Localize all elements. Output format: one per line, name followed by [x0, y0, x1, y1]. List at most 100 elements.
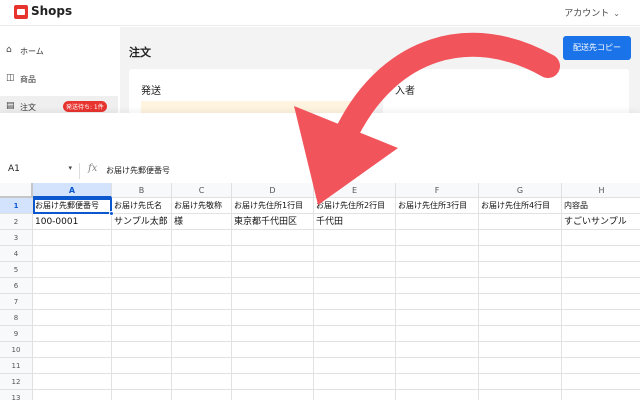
cell-b9[interactable]	[112, 326, 172, 342]
column-header-c[interactable]: C	[172, 183, 232, 198]
cell-a6[interactable]	[33, 278, 112, 294]
row-header-10[interactable]: 10	[0, 342, 33, 358]
cell-h10[interactable]	[562, 342, 640, 358]
cell-d5[interactable]	[232, 262, 314, 278]
cell-b6[interactable]	[112, 278, 172, 294]
cell-h7[interactable]	[562, 294, 640, 310]
dropdown-arrow-icon[interactable]: ▾	[68, 164, 72, 172]
cell-f1[interactable]: お届け先住所3行目	[396, 198, 479, 214]
cell-b2[interactable]: サンプル太郎	[112, 214, 172, 230]
sidebar-item-home[interactable]: ⌂ ホーム	[0, 40, 118, 62]
cell-c5[interactable]	[172, 262, 232, 278]
cell-h1[interactable]: 内容品	[562, 198, 640, 214]
account-menu[interactable]: アカウント ⌄	[564, 6, 620, 19]
cell-f9[interactable]	[396, 326, 479, 342]
cell-b8[interactable]	[112, 310, 172, 326]
row-header-8[interactable]: 8	[0, 310, 33, 326]
column-header-e[interactable]: E	[314, 183, 396, 198]
fill-handle[interactable]	[109, 211, 114, 216]
cell-d13[interactable]	[232, 390, 314, 400]
cell-d12[interactable]	[232, 374, 314, 390]
formula-input[interactable]: お届け先郵便番号	[106, 165, 170, 176]
sidebar-item-products[interactable]: ◫ 商品	[0, 68, 118, 90]
cell-a4[interactable]	[33, 246, 112, 262]
cell-b12[interactable]	[112, 374, 172, 390]
cell-d8[interactable]	[232, 310, 314, 326]
select-all-corner[interactable]	[0, 183, 33, 198]
cell-d10[interactable]	[232, 342, 314, 358]
cell-e11[interactable]	[314, 358, 396, 374]
cell-a13[interactable]	[33, 390, 112, 400]
cell-g10[interactable]	[479, 342, 562, 358]
row-header-6[interactable]: 6	[0, 278, 33, 294]
row-header-9[interactable]: 9	[0, 326, 33, 342]
row-header-1[interactable]: 1	[0, 198, 33, 214]
row-header-3[interactable]: 3	[0, 230, 33, 246]
cell-c10[interactable]	[172, 342, 232, 358]
cell-a5[interactable]	[33, 262, 112, 278]
cell-d1[interactable]: お届け先住所1行目	[232, 198, 314, 214]
cell-b5[interactable]	[112, 262, 172, 278]
row-header-7[interactable]: 7	[0, 294, 33, 310]
cell-e7[interactable]	[314, 294, 396, 310]
cell-c13[interactable]	[172, 390, 232, 400]
row-header-11[interactable]: 11	[0, 358, 33, 374]
cell-b1[interactable]: お届け先氏名	[112, 198, 172, 214]
cell-f4[interactable]	[396, 246, 479, 262]
column-header-g[interactable]: G	[479, 183, 562, 198]
cell-c4[interactable]	[172, 246, 232, 262]
cell-d9[interactable]	[232, 326, 314, 342]
cell-d3[interactable]	[232, 230, 314, 246]
row-header-13[interactable]: 13	[0, 390, 33, 400]
cell-e12[interactable]	[314, 374, 396, 390]
cell-h9[interactable]	[562, 326, 640, 342]
name-box[interactable]: A1 ▾	[8, 164, 72, 178]
cell-c6[interactable]	[172, 278, 232, 294]
cell-b10[interactable]	[112, 342, 172, 358]
cell-f10[interactable]	[396, 342, 479, 358]
copy-shipping-address-button[interactable]: 配送先コピー	[563, 36, 631, 60]
cell-e5[interactable]	[314, 262, 396, 278]
cell-d7[interactable]	[232, 294, 314, 310]
cell-g4[interactable]	[479, 246, 562, 262]
cell-d6[interactable]	[232, 278, 314, 294]
cell-h6[interactable]	[562, 278, 640, 294]
cell-a1[interactable]: お届け先郵便番号	[33, 198, 112, 214]
cell-b7[interactable]	[112, 294, 172, 310]
cell-h8[interactable]	[562, 310, 640, 326]
cell-e6[interactable]	[314, 278, 396, 294]
column-header-b[interactable]: B	[112, 183, 172, 198]
cell-e13[interactable]	[314, 390, 396, 400]
cell-f12[interactable]	[396, 374, 479, 390]
cell-g11[interactable]	[479, 358, 562, 374]
cell-d11[interactable]	[232, 358, 314, 374]
cell-c1[interactable]: お届け先敬称	[172, 198, 232, 214]
cell-g9[interactable]	[479, 326, 562, 342]
cell-h5[interactable]	[562, 262, 640, 278]
cell-f5[interactable]	[396, 262, 479, 278]
cell-e8[interactable]	[314, 310, 396, 326]
cell-g3[interactable]	[479, 230, 562, 246]
cell-f2[interactable]	[396, 214, 479, 230]
cell-h12[interactable]	[562, 374, 640, 390]
cell-c2[interactable]: 様	[172, 214, 232, 230]
cell-d4[interactable]	[232, 246, 314, 262]
cell-g12[interactable]	[479, 374, 562, 390]
row-header-4[interactable]: 4	[0, 246, 33, 262]
cell-c7[interactable]	[172, 294, 232, 310]
cell-b11[interactable]	[112, 358, 172, 374]
cell-f7[interactable]	[396, 294, 479, 310]
cell-g7[interactable]	[479, 294, 562, 310]
cell-a12[interactable]	[33, 374, 112, 390]
cell-h11[interactable]	[562, 358, 640, 374]
cell-a3[interactable]	[33, 230, 112, 246]
cell-c9[interactable]	[172, 326, 232, 342]
row-header-2[interactable]: 2	[0, 214, 33, 230]
shops-logo-icon[interactable]	[14, 5, 28, 19]
cell-c3[interactable]	[172, 230, 232, 246]
row-header-5[interactable]: 5	[0, 262, 33, 278]
cell-b4[interactable]	[112, 246, 172, 262]
cell-f6[interactable]	[396, 278, 479, 294]
cell-f11[interactable]	[396, 358, 479, 374]
cell-e2[interactable]: 千代田	[314, 214, 396, 230]
